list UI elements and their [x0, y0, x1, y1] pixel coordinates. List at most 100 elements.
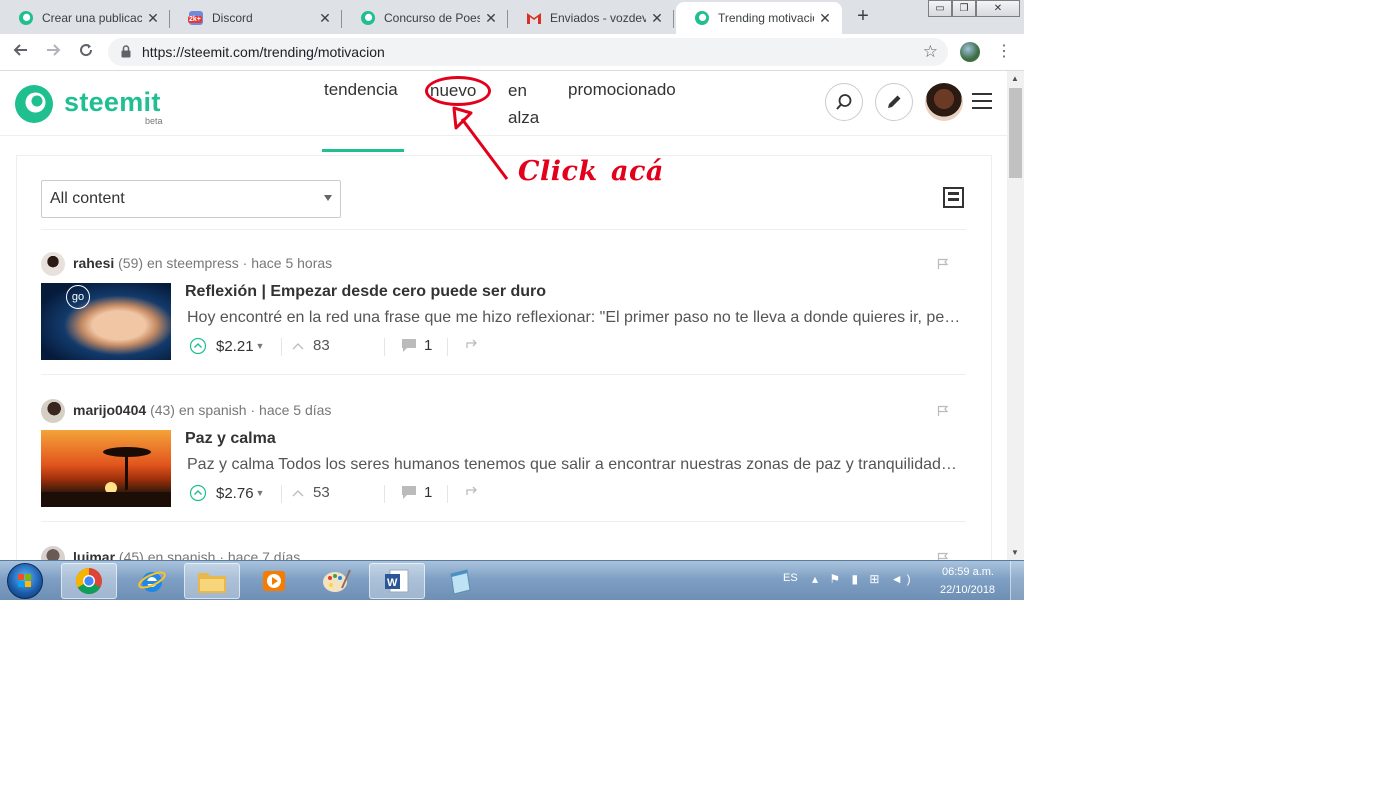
back-button[interactable] — [11, 42, 31, 62]
caret-down-icon — [324, 195, 332, 201]
scroll-down-icon[interactable]: ▼ — [1011, 548, 1019, 557]
annotation-text-click: Click — [518, 156, 598, 187]
profile-avatar[interactable] — [960, 42, 980, 62]
reload-button[interactable] — [76, 42, 96, 62]
language-indicator[interactable]: ES — [783, 572, 798, 584]
author-name[interactable]: marijo0404 — [73, 402, 146, 418]
taskbar-paint[interactable] — [308, 563, 364, 599]
search-button[interactable] — [825, 83, 863, 121]
flag-icon[interactable] — [937, 405, 949, 417]
comments-group[interactable]: 1 — [401, 484, 432, 501]
flag-icon[interactable] — [937, 258, 949, 270]
show-desktop-button[interactable] — [1010, 561, 1024, 600]
brand-name[interactable]: steemit — [64, 87, 161, 118]
scrollbar-thumb[interactable] — [1009, 88, 1022, 178]
caret-down-icon[interactable]: ▼ — [256, 488, 265, 498]
chevron-up-icon — [292, 342, 304, 349]
comments-group[interactable]: 1 — [401, 337, 432, 354]
post-excerpt[interactable]: Paz y calma Todos los seres humanos tene… — [187, 456, 961, 474]
post-time[interactable]: hace 7 días — [228, 549, 300, 560]
taskbar-chrome[interactable] — [61, 563, 117, 599]
vote-count-group[interactable]: 53 — [292, 484, 330, 501]
content-filter-select[interactable]: All content — [41, 180, 341, 218]
user-avatar[interactable] — [925, 83, 963, 121]
post-category[interactable]: en steempress — [147, 255, 239, 271]
menu-dots-icon[interactable]: ⋮ — [996, 42, 1012, 62]
start-button[interactable] — [7, 563, 43, 599]
payout-amount[interactable]: $2.76 — [216, 485, 254, 502]
author-name[interactable]: luimar — [73, 549, 115, 560]
upvote-circle-icon[interactable] — [189, 337, 207, 355]
browser-tab-active[interactable]: Trending motivacion ✕ — [676, 2, 842, 34]
vote-count-group[interactable]: 83 — [292, 337, 330, 354]
bookmark-star-icon[interactable]: ☆ — [923, 42, 938, 62]
close-icon[interactable]: ✕ — [484, 10, 498, 27]
nav-promoted[interactable]: promocionado — [568, 80, 676, 100]
restore-button[interactable]: ❐ — [952, 0, 976, 17]
thumbnail-badge: go — [66, 285, 90, 309]
author-avatar[interactable] — [41, 546, 65, 560]
close-icon[interactable]: ✕ — [818, 10, 832, 27]
browser-tab[interactable]: Crear una publicació ✕ — [0, 2, 170, 34]
resteem-icon — [466, 339, 477, 348]
forward-button[interactable] — [43, 42, 63, 62]
tab-title: Crear una publicació — [42, 11, 142, 25]
close-icon[interactable]: ✕ — [650, 10, 664, 27]
browser-tab-strip: Crear una publicació ✕ 2k+ Discord ✕ Con… — [0, 0, 1024, 34]
minimize-button[interactable]: ▭ — [928, 0, 952, 17]
taskbar-file-explorer[interactable] — [184, 563, 240, 599]
caret-down-icon[interactable]: ▼ — [256, 341, 265, 351]
clock-time[interactable]: 06:59 a.m. — [942, 566, 994, 578]
post-title[interactable]: Reflexión | Empezar desde cero puede ser… — [185, 283, 546, 301]
taskbar-notepad[interactable] — [432, 563, 488, 599]
feed-container: All content rahesi (59) en steempress · … — [16, 155, 992, 560]
author-avatar[interactable] — [41, 252, 65, 276]
post-thumbnail[interactable]: go — [41, 283, 171, 360]
author-reputation: (59) — [118, 255, 144, 271]
post-time[interactable]: hace 5 horas — [251, 255, 332, 271]
post-category[interactable]: en spanish — [148, 549, 216, 560]
post-summary: marijo0404 (43) en spanish · hace 5 días… — [41, 399, 966, 529]
nav-hot-line1[interactable]: en — [508, 81, 527, 101]
steemit-logo-icon[interactable] — [14, 84, 54, 124]
chevron-up-icon — [292, 489, 304, 496]
close-window-button[interactable]: ✕ — [976, 0, 1020, 17]
taskbar-media-player[interactable] — [246, 563, 302, 599]
post-category[interactable]: en spanish — [179, 402, 247, 418]
arrow-right-icon — [47, 44, 61, 56]
browser-tab[interactable]: Concurso de Poesía ✕ — [342, 2, 508, 34]
flag-icon[interactable] — [937, 552, 949, 560]
comment-count: 1 — [424, 337, 433, 354]
new-tab-button[interactable]: + — [852, 6, 874, 28]
tab-title: Enviados - vozdevida — [550, 11, 646, 25]
author-avatar[interactable] — [41, 399, 65, 423]
upvote-group: $2.76 ▼ — [189, 484, 264, 502]
clock-date[interactable]: 22/10/2018 — [940, 584, 995, 596]
upvote-circle-icon[interactable] — [189, 484, 207, 502]
taskbar-internet-explorer[interactable] — [124, 563, 180, 599]
notepad-icon — [450, 569, 471, 595]
comment-icon — [402, 486, 416, 499]
scroll-up-icon[interactable]: ▲ — [1011, 74, 1019, 83]
layout-toggle-icon[interactable] — [943, 187, 964, 208]
vote-count: 53 — [313, 484, 330, 501]
resteem-button[interactable] — [465, 484, 479, 496]
post-excerpt[interactable]: Hoy encontré en la red una frase que me … — [187, 309, 961, 327]
nav-trending[interactable]: tendencia — [324, 80, 398, 100]
page-scrollbar[interactable]: ▲ ▼ — [1007, 71, 1024, 560]
payout-amount[interactable]: $2.21 — [216, 338, 254, 355]
write-post-button[interactable] — [875, 83, 913, 121]
taskbar-word[interactable]: W — [369, 563, 425, 599]
author-name[interactable]: rahesi — [73, 255, 114, 271]
post-time[interactable]: hace 5 días — [259, 402, 331, 418]
resteem-button[interactable] — [465, 337, 479, 349]
close-icon[interactable]: ✕ — [146, 10, 160, 27]
hamburger-menu-icon[interactable] — [972, 93, 992, 110]
browser-tab[interactable]: 2k+ Discord ✕ — [170, 2, 342, 34]
post-title[interactable]: Paz y calma — [185, 430, 276, 448]
system-tray-icons[interactable]: ▴ ⚑ ▮ ⊞ ◄) — [812, 572, 915, 586]
address-bar[interactable]: https://steemit.com/trending/motivacion … — [108, 38, 948, 66]
browser-tab[interactable]: Enviados - vozdevida ✕ — [508, 2, 674, 34]
post-thumbnail[interactable] — [41, 430, 171, 507]
close-icon[interactable]: ✕ — [318, 10, 332, 27]
